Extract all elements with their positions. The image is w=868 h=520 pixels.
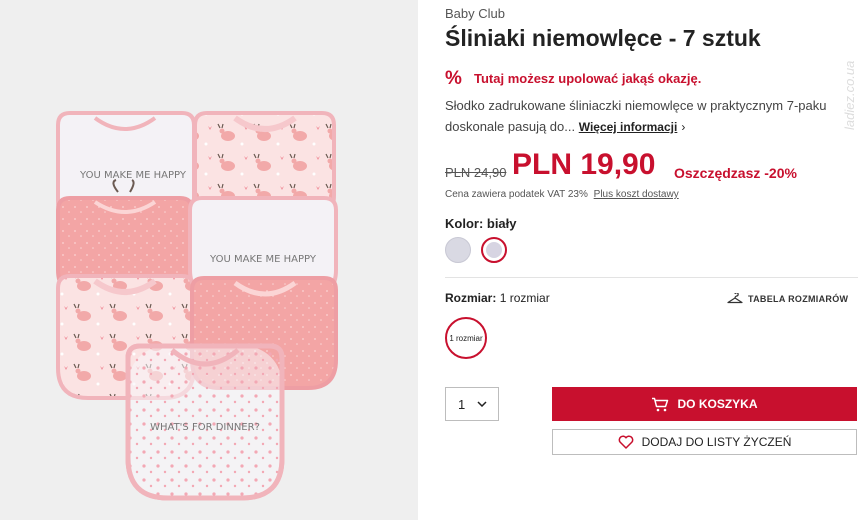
bib-7: WHAT'S FOR DINNER? xyxy=(125,343,285,501)
shipping-cost-link[interactable]: Plus koszt dostawy xyxy=(594,189,679,200)
size-label: Rozmiar: 1 rozmiar xyxy=(445,291,550,305)
watermark: ladiez.co.ua xyxy=(842,60,857,130)
bibs-illustration: YOU MAKE ME HAPPY YOU MAKE ME HAPPY WHAT… xyxy=(56,111,338,501)
product-image[interactable]: YOU MAKE ME HAPPY YOU MAKE ME HAPPY WHAT… xyxy=(0,0,418,520)
add-to-cart-button[interactable]: DO KOSZYKA xyxy=(552,387,857,421)
size-option-one-size[interactable]: 1 rozmiar xyxy=(445,317,487,359)
vat-note: Cena zawiera podatek VAT 23% Plus koszt … xyxy=(445,189,679,200)
hanger-icon xyxy=(727,293,743,304)
swatch-fill xyxy=(486,242,502,258)
chevron-down-icon xyxy=(477,401,487,407)
size-table-link[interactable]: TABELA ROZMIARÓW xyxy=(727,293,848,304)
percent-icon: % xyxy=(445,68,462,89)
savings-label: Oszczędzasz -20% xyxy=(674,165,797,181)
quantity-select[interactable]: 1 xyxy=(445,387,499,421)
color-label: Kolor: biały xyxy=(445,216,517,231)
brand-name[interactable]: Baby Club xyxy=(445,6,505,21)
size-table-label: TABELA ROZMIARÓW xyxy=(748,293,849,304)
add-to-cart-label: DO KOSZYKA xyxy=(677,397,758,411)
chevron-right-icon: › xyxy=(681,120,686,134)
svg-text:YOU MAKE ME HAPPY: YOU MAKE ME HAPPY xyxy=(209,254,317,265)
add-to-wishlist-label: DODAJ DO LISTY ŻYCZEŃ xyxy=(641,435,792,449)
old-price: PLN 24,90 xyxy=(445,165,507,180)
size-label-value: 1 rozmiar xyxy=(499,291,550,305)
description-line-1: Słodko zadrukowane śliniaczki niemowlęce… xyxy=(445,98,827,113)
promo-text: Tutaj możesz upolować jakąś okazję. xyxy=(474,71,702,86)
description-snippet: doskonale pasują do... xyxy=(445,119,576,134)
current-price: PLN 19,90 xyxy=(512,148,656,181)
svg-text:WHAT'S FOR DINNER?: WHAT'S FOR DINNER? xyxy=(150,422,260,433)
product-description: Słodko zadrukowane śliniaczki niemowlęce… xyxy=(445,95,827,138)
cart-icon xyxy=(652,397,669,411)
heart-icon xyxy=(618,435,633,449)
price-row: PLN 24,90 PLN 19,90 Oszczędzasz -20% xyxy=(445,147,860,187)
quantity-value: 1 xyxy=(458,396,466,412)
vat-text: Cena zawiera podatek VAT 23% xyxy=(445,189,588,200)
promo-banner: % Tutaj możesz upolować jakąś okazję. xyxy=(445,69,701,88)
color-swatch-2-selected[interactable] xyxy=(481,237,507,263)
size-label-prefix: Rozmiar: xyxy=(445,291,497,305)
color-swatch-1[interactable] xyxy=(445,237,471,263)
add-to-wishlist-button[interactable]: DODAJ DO LISTY ŻYCZEŃ xyxy=(552,429,857,455)
product-title: Śliniaki niemowlęce - 7 sztuk xyxy=(445,25,761,51)
divider xyxy=(445,277,858,278)
product-info: Baby Club Śliniaki niemowlęce - 7 sztuk … xyxy=(445,0,860,520)
more-info-link[interactable]: Więcej informacji xyxy=(579,120,678,134)
description-line-2: doskonale pasują do... Więcej informacji… xyxy=(445,116,815,138)
svg-text:YOU MAKE ME HAPPY: YOU MAKE ME HAPPY xyxy=(79,170,187,181)
